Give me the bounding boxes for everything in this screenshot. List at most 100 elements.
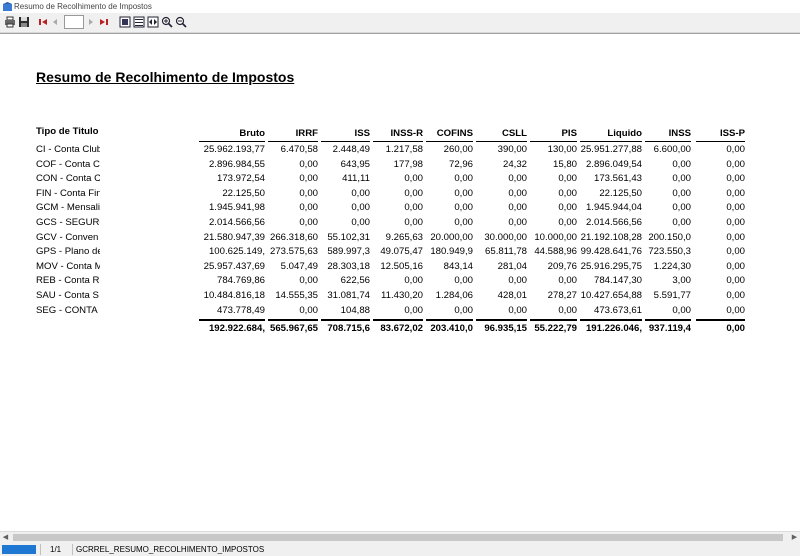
table-cell: 0,00 <box>404 173 423 185</box>
table-cell: 5.047,49 <box>280 260 318 272</box>
column-header-tipo: Tipo de Titulo <box>36 126 99 137</box>
table-cell: 2.896.984,55 <box>208 158 265 170</box>
report-toolbar <box>0 13 800 33</box>
save-icon[interactable] <box>18 16 30 29</box>
table-cell: 20.000,00 <box>430 231 473 243</box>
prev-page-icon[interactable] <box>51 16 59 29</box>
table-cell: 21.580.947,39 <box>203 231 265 243</box>
table-cell: 0,00 <box>726 144 745 155</box>
horizontal-scrollbar[interactable]: ◀ ▶ <box>0 531 800 543</box>
header-rule <box>476 141 527 142</box>
table-cell: 2.014.566,56 <box>585 217 642 228</box>
fit-page-icon[interactable] <box>133 16 145 29</box>
column-header-csll: CSLL <box>501 128 527 139</box>
first-page-icon[interactable] <box>38 16 48 29</box>
table-cell: 0,00 <box>508 217 527 228</box>
table-cell: 0,00 <box>299 304 318 316</box>
zoom-out-icon[interactable] <box>175 16 187 29</box>
total-cofins: 203.410,0 <box>430 323 473 334</box>
scrollbar-thumb[interactable] <box>13 534 783 541</box>
table-cell: 0,00 <box>299 275 318 287</box>
table-cell: 0,00 <box>404 187 423 199</box>
total-irrf: 565.967,65 <box>269 323 318 334</box>
column-header-irrf: IRRF <box>295 128 318 139</box>
page-view-icon[interactable] <box>119 16 131 29</box>
table-cell: 0,00 <box>454 217 473 228</box>
totals-rule <box>373 319 423 321</box>
table-cell: 31.081,74 <box>327 290 370 301</box>
table-cell: 209,76 <box>547 260 577 272</box>
totals-rule <box>580 319 642 321</box>
report-name: GCRREL_RESUMO_RECOLHIMENTO_IMPOSTOS <box>76 545 265 554</box>
table-cell: 0,00 <box>726 173 745 185</box>
totals-rule <box>426 319 473 321</box>
table-row-label: CON - Conta C <box>36 173 100 185</box>
zoom-in-icon[interactable] <box>161 16 173 29</box>
table-row-label: GCS - SEGURC <box>36 217 100 228</box>
table-cell: 15,80 <box>552 158 577 170</box>
totals-rule <box>476 319 527 321</box>
table-cell: 1.217,58 <box>385 144 423 155</box>
next-page-icon[interactable] <box>87 16 95 29</box>
table-cell: 0,00 <box>404 304 423 316</box>
header-rule <box>580 141 642 142</box>
table-cell: 0,00 <box>299 158 318 170</box>
table-cell: 21.192.108,28 <box>580 231 642 243</box>
table-cell: 65.811,78 <box>485 246 527 258</box>
header-rule <box>645 141 691 142</box>
table-cell: 44.588,96 <box>534 246 577 258</box>
table-cell: 0,00 <box>558 304 577 316</box>
table-cell: 0,00 <box>404 217 423 228</box>
column-header-iss: ISS <box>354 128 370 139</box>
print-icon[interactable] <box>4 16 16 29</box>
table-cell: 0,00 <box>726 275 745 287</box>
table-cell: 9.265,63 <box>385 231 423 243</box>
table-cell: 0,00 <box>558 202 577 214</box>
table-row-label: GCM - Mensalic <box>36 202 100 214</box>
table-cell: 0,00 <box>672 304 691 316</box>
table-cell: 2.896.049,54 <box>585 158 642 170</box>
table-row-label: CI - Conta Club <box>36 144 100 155</box>
table-row-label: SAU - Conta S <box>36 290 99 301</box>
table-cell: 0,00 <box>508 187 527 199</box>
total-inss-r: 83.672,02 <box>380 323 423 334</box>
table-cell: 260,00 <box>443 144 473 155</box>
table-cell: 1.224,30 <box>653 260 691 272</box>
table-cell: 473.778,49 <box>216 304 265 316</box>
table-cell: 0,00 <box>726 187 745 199</box>
table-cell: 266.318,60 <box>269 231 318 243</box>
table-cell: 0,00 <box>454 187 473 199</box>
table-cell: 12.505,16 <box>380 260 423 272</box>
table-cell: 0,00 <box>454 304 473 316</box>
table-cell: 0,00 <box>672 202 691 214</box>
scroll-left-icon[interactable]: ◀ <box>0 532 11 543</box>
table-cell: 99.428.641,76 <box>580 246 642 258</box>
scroll-right-icon[interactable]: ▶ <box>789 532 800 543</box>
table-cell: 0,00 <box>726 290 745 301</box>
fit-width-icon[interactable] <box>147 16 159 29</box>
table-cell: 10.427.654,88 <box>580 290 642 301</box>
table-row-label: REB - Conta Re <box>36 275 100 287</box>
table-cell: 0,00 <box>558 187 577 199</box>
table-cell: 173.561,43 <box>593 173 642 185</box>
table-cell: 1.284,06 <box>435 290 473 301</box>
table-row-label: GCV - Conven <box>36 231 99 243</box>
table-cell: 723.550,3 <box>648 246 691 258</box>
page-number-input[interactable] <box>64 15 84 29</box>
table-cell: 3,00 <box>672 275 691 287</box>
table-cell: 0,00 <box>672 217 691 228</box>
table-cell: 104,88 <box>340 304 370 316</box>
table-cell: 0,00 <box>299 187 318 199</box>
table-cell: 0,00 <box>726 304 745 316</box>
table-row-label: COF - Conta Co <box>36 158 100 170</box>
table-cell: 0,00 <box>351 187 370 199</box>
column-header-bruto: Bruto <box>239 128 265 139</box>
last-page-icon[interactable] <box>99 16 109 29</box>
table-cell: 30.000,00 <box>484 231 527 243</box>
table-cell: 843,14 <box>443 260 473 272</box>
table-cell: 6.600,00 <box>653 144 691 155</box>
table-cell: 6.470,58 <box>280 144 318 155</box>
table-row-label: SEG - CONTA <box>36 304 98 316</box>
table-cell: 0,00 <box>299 202 318 214</box>
table-row-label: FIN - Conta Fin <box>36 187 100 199</box>
